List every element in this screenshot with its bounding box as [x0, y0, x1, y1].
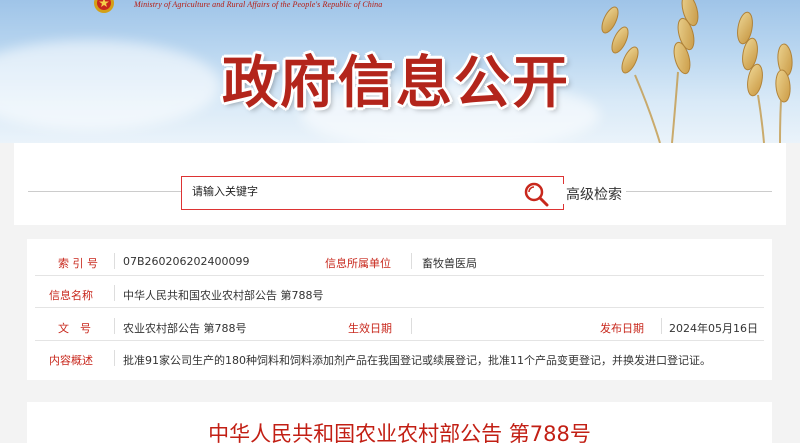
- info-row-summary: 内容概述 批准91家公司生产的180种饲料和饲料添加剂产品在我国登记或续展登记，…: [35, 344, 764, 373]
- summary-value: 批准91家公司生产的180种饲料和饲料添加剂产品在我国登记或续展登记，批准11个…: [123, 354, 711, 367]
- info-row-index: 索 引 号 07B260206202400099 信息所属单位 畜牧兽医局: [35, 247, 764, 276]
- column-separator: [114, 253, 115, 269]
- banner-cloud: [0, 40, 220, 130]
- publish-date-value: 2024年05月16日: [669, 322, 758, 335]
- column-separator: [114, 318, 115, 334]
- name-label: 信息名称: [49, 289, 93, 302]
- column-separator: [114, 350, 115, 366]
- doc-label: 文 号: [58, 322, 91, 335]
- index-value: 07B260206202400099: [123, 255, 250, 268]
- publish-date-label: 发布日期: [600, 322, 644, 335]
- search-box: [181, 176, 564, 210]
- index-label: 索 引 号: [58, 257, 98, 270]
- summary-label: 内容概述: [49, 354, 93, 367]
- column-separator: [114, 285, 115, 301]
- column-separator: [411, 253, 412, 269]
- unit-value: 畜牧兽医局: [422, 257, 477, 270]
- search-input[interactable]: [192, 185, 512, 198]
- search-panel: 高级检索: [14, 143, 786, 225]
- ministry-english-name: Ministry of Agriculture and Rural Affair…: [134, 0, 383, 9]
- column-separator: [411, 318, 412, 334]
- info-row-name: 信息名称 中华人民共和国农业农村部公告 第788号: [35, 279, 764, 308]
- info-row-doc: 文 号 农业农村部公告 第788号 生效日期 发布日期 2024年05月16日: [35, 312, 764, 341]
- advanced-search-link[interactable]: 高级检索: [562, 184, 626, 204]
- national-emblem-icon: [94, 0, 114, 13]
- effective-date-label: 生效日期: [348, 322, 392, 335]
- unit-label: 信息所属单位: [325, 257, 391, 270]
- column-separator: [661, 318, 662, 334]
- article-title: 中华人民共和国农业农村部公告 第788号: [208, 422, 591, 443]
- article-panel: 中华人民共和国农业农村部公告 第788号: [27, 402, 772, 443]
- divider-line: [28, 191, 181, 192]
- banner-title: 政府信息公开: [222, 51, 570, 116]
- search-icon[interactable]: [523, 181, 549, 207]
- header-banner: Ministry of Agriculture and Rural Affair…: [0, 0, 800, 143]
- doc-value: 农业农村部公告 第788号: [123, 322, 247, 335]
- name-value: 中华人民共和国农业农村部公告 第788号: [123, 289, 324, 302]
- wheat-illustration: [601, 0, 793, 143]
- info-table: 索 引 号 07B260206202400099 信息所属单位 畜牧兽医局 信息…: [27, 239, 772, 380]
